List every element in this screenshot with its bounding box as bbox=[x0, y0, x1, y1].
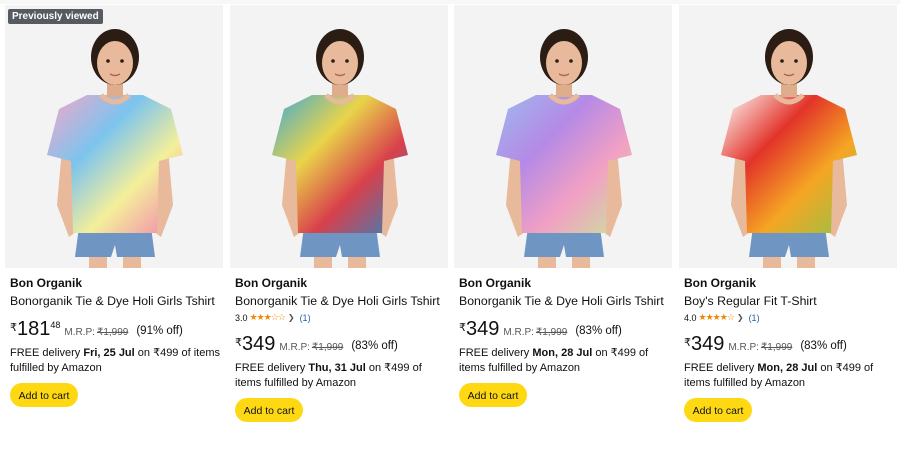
product-image[interactable] bbox=[230, 5, 448, 268]
price-whole: 181 bbox=[17, 318, 51, 340]
delivery-prefix: FREE delivery bbox=[684, 362, 755, 374]
star-rating-icon: ★★★★☆ bbox=[698, 312, 735, 322]
price-whole: 349 bbox=[691, 333, 725, 355]
mrp-label: M.R.P: bbox=[728, 342, 759, 353]
product-image[interactable] bbox=[679, 5, 897, 268]
product-title[interactable]: Bonorganik Tie & Dye Holi Girls Tshirt bbox=[235, 294, 440, 308]
price-whole: 349 bbox=[242, 333, 276, 355]
delivery-info: FREE delivery Fri, 25 Jul on ₹499 of ite… bbox=[10, 346, 222, 376]
rating[interactable]: 3.0 ★★★☆☆ ❯ (1) bbox=[235, 312, 311, 323]
girl-figure bbox=[47, 29, 183, 268]
currency-symbol: ₹ bbox=[684, 337, 691, 349]
product-title[interactable]: Bonorganik Tie & Dye Holi Girls Tshirt bbox=[10, 294, 215, 308]
mrp-label: M.R.P: bbox=[503, 327, 534, 338]
price-whole: 349 bbox=[466, 318, 500, 340]
delivery-date: Mon, 28 Jul bbox=[757, 362, 818, 374]
product-card[interactable]: Bon Organik Bonorganik Tie & Dye Holi Gi… bbox=[230, 5, 448, 461]
delivery-date: Thu, 31 Jul bbox=[308, 362, 366, 374]
product-photo bbox=[721, 29, 857, 268]
price: ₹349 M.R.P: ₹1,999 (83% off) bbox=[459, 319, 622, 339]
rating-value: 3.0 bbox=[235, 312, 248, 323]
currency-symbol: ₹ bbox=[459, 322, 466, 334]
product-photo bbox=[496, 29, 632, 268]
mrp: M.R.P: ₹1,999 bbox=[64, 327, 128, 338]
add-to-cart-button[interactable]: Add to cart bbox=[235, 398, 303, 422]
delivery-prefix: FREE delivery bbox=[235, 362, 306, 374]
delivery-info: FREE delivery Thu, 31 Jul on ₹499 of ite… bbox=[235, 361, 447, 391]
mrp: M.R.P: ₹1,999 bbox=[279, 342, 343, 353]
product-title[interactable]: Boy's Regular Fit T-Shirt bbox=[684, 294, 817, 308]
discount: (83% off) bbox=[575, 325, 622, 337]
mrp-label: M.R.P: bbox=[279, 342, 310, 353]
chevron-down-icon[interactable]: ❯ bbox=[737, 313, 744, 322]
previously-viewed-badge: Previously viewed bbox=[8, 9, 103, 24]
mrp-value: ₹1,999 bbox=[96, 327, 129, 338]
girl-figure bbox=[721, 29, 857, 268]
currency-symbol: ₹ bbox=[10, 322, 17, 334]
add-to-cart-button[interactable]: Add to cart bbox=[459, 383, 527, 407]
discount: (91% off) bbox=[136, 325, 183, 337]
price-fraction: 48 bbox=[50, 320, 61, 330]
discount: (83% off) bbox=[351, 340, 398, 352]
brand-name: Bon Organik bbox=[459, 276, 532, 290]
mrp-value: ₹1,999 bbox=[760, 342, 793, 353]
currency-symbol: ₹ bbox=[235, 337, 242, 349]
add-to-cart-button[interactable]: Add to cart bbox=[684, 398, 752, 422]
mrp: M.R.P: ₹1,999 bbox=[503, 327, 567, 338]
price: ₹181 48 M.R.P: ₹1,999 (91% off) bbox=[10, 319, 183, 339]
brand-name: Bon Organik bbox=[235, 276, 308, 290]
mrp-value: ₹1,999 bbox=[311, 342, 344, 353]
delivery-date: Mon, 28 Jul bbox=[532, 347, 593, 359]
star-rating-icon: ★★★☆☆ bbox=[249, 312, 286, 322]
add-to-cart-button[interactable]: Add to cart bbox=[10, 383, 78, 407]
mrp-value: ₹1,999 bbox=[535, 327, 568, 338]
delivery-prefix: FREE delivery bbox=[459, 347, 530, 359]
rating-value: 4.0 bbox=[684, 312, 697, 323]
review-count[interactable]: (1) bbox=[749, 313, 760, 323]
top-strip bbox=[0, 0, 900, 4]
girl-figure bbox=[272, 29, 408, 268]
price: ₹349 M.R.P: ₹1,999 (83% off) bbox=[684, 334, 847, 354]
product-image[interactable] bbox=[454, 5, 672, 268]
product-card[interactable]: Bon Organik Boy's Regular Fit T-Shirt 4.… bbox=[679, 5, 897, 461]
product-image[interactable]: Previously viewed bbox=[5, 5, 223, 268]
product-card[interactable]: Previously viewed Bon Organik Bonorganik… bbox=[5, 5, 223, 461]
mrp: M.R.P: ₹1,999 bbox=[728, 342, 792, 353]
review-count[interactable]: (1) bbox=[300, 313, 311, 323]
product-photo bbox=[272, 29, 408, 268]
discount: (83% off) bbox=[800, 340, 847, 352]
product-card[interactable]: Bon Organik Bonorganik Tie & Dye Holi Gi… bbox=[454, 5, 672, 461]
product-photo bbox=[47, 29, 183, 268]
product-title[interactable]: Bonorganik Tie & Dye Holi Girls Tshirt bbox=[459, 294, 664, 308]
delivery-prefix: FREE delivery bbox=[10, 347, 81, 359]
price: ₹349 M.R.P: ₹1,999 (83% off) bbox=[235, 334, 398, 354]
delivery-info: FREE delivery Mon, 28 Jul on ₹499 of ite… bbox=[459, 346, 671, 376]
girl-figure bbox=[496, 29, 632, 268]
delivery-info: FREE delivery Mon, 28 Jul on ₹499 of ite… bbox=[684, 361, 896, 391]
brand-name: Bon Organik bbox=[10, 276, 83, 290]
delivery-date: Fri, 25 Jul bbox=[83, 347, 135, 359]
brand-name: Bon Organik bbox=[684, 276, 757, 290]
mrp-label: M.R.P: bbox=[64, 327, 95, 338]
rating[interactable]: 4.0 ★★★★☆ ❯ (1) bbox=[684, 312, 760, 323]
chevron-down-icon[interactable]: ❯ bbox=[288, 313, 295, 322]
